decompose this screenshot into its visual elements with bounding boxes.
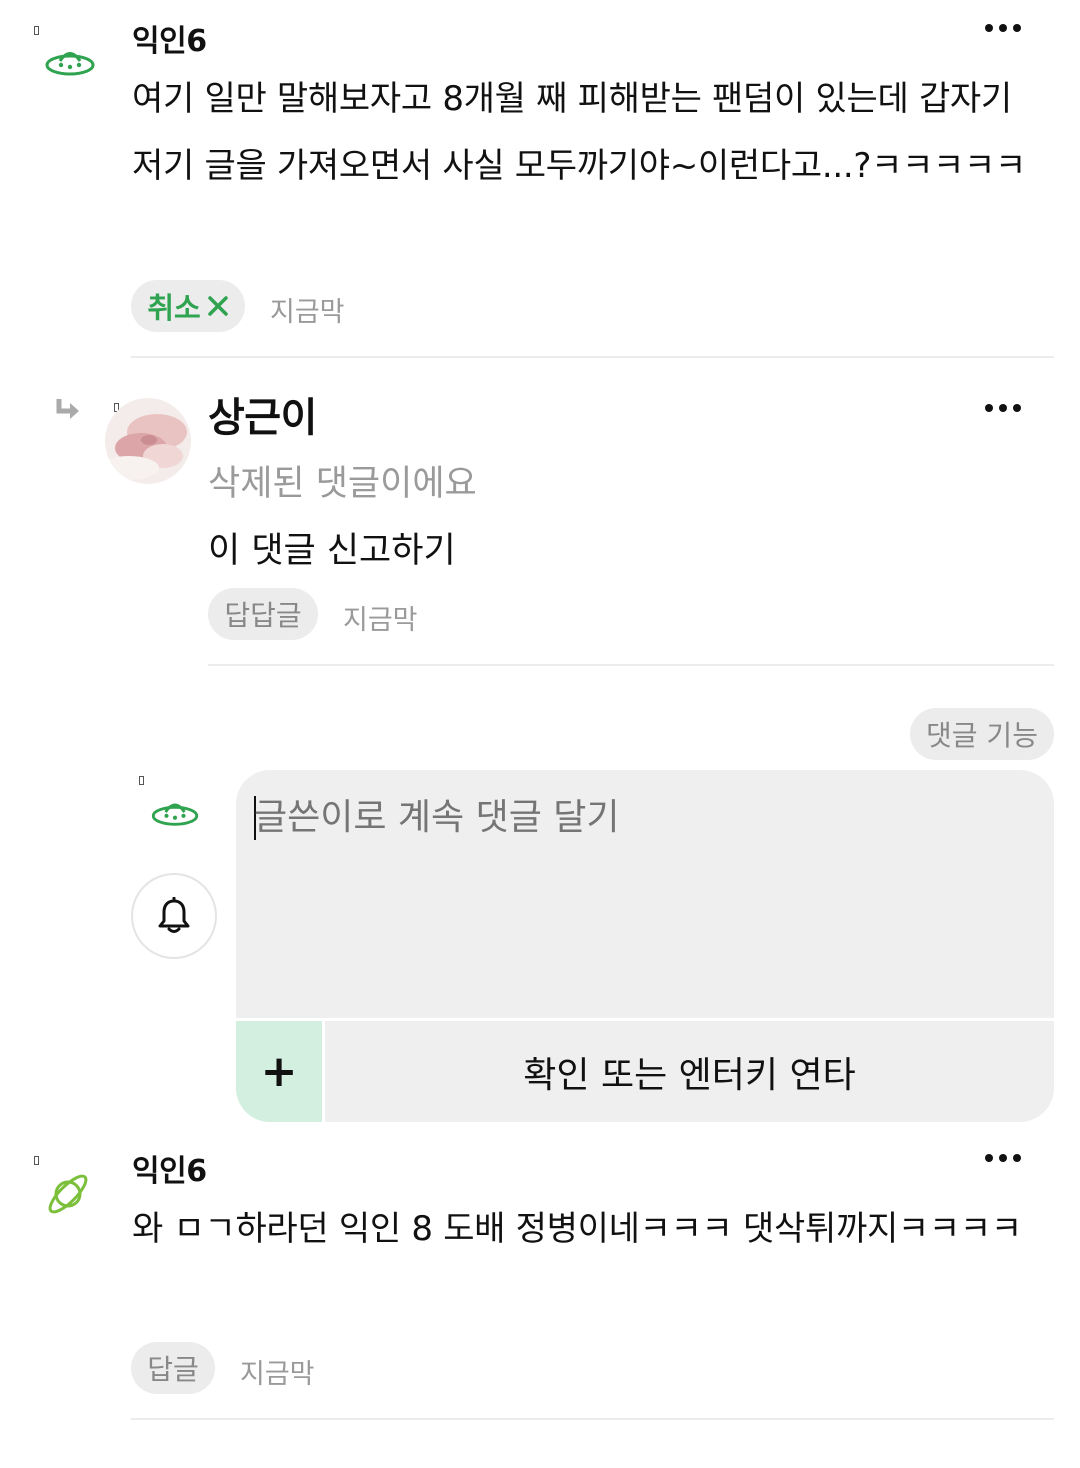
submit-button[interactable]: 확인 또는 엔터키 연타 xyxy=(325,1021,1054,1122)
submit-label: 확인 또는 엔터키 연타 xyxy=(523,1054,856,1096)
report-comment-link[interactable]: 이 댓글 신고하기 xyxy=(208,522,456,573)
cancel-button[interactable]: 취소 xyxy=(131,280,245,332)
more-options-icon[interactable] xyxy=(985,1152,1021,1164)
attach-button[interactable]: + xyxy=(236,1021,322,1122)
comment-body: 여기 일만 말해보자고 8개월 째 피해받는 팬덤이 있는데 갑자기 저기 글을… xyxy=(132,79,1026,186)
timestamp: 지금막 xyxy=(270,297,345,328)
comment-author: 익인6 xyxy=(132,24,207,59)
timestamp: 지금막 xyxy=(343,605,418,636)
divider xyxy=(208,664,1054,666)
anon-marker-icon xyxy=(34,26,39,35)
deleted-comment-text: 삭제된 댓글이에요 xyxy=(208,464,477,504)
plus-icon: + xyxy=(260,1046,298,1097)
anon-marker-icon xyxy=(34,1156,39,1165)
reply-button[interactable]: 답글 xyxy=(131,1342,215,1394)
comment-features-button[interactable]: 댓글 기능 xyxy=(910,708,1054,760)
bell-icon xyxy=(158,897,190,933)
close-icon xyxy=(207,296,228,316)
comment-input[interactable] xyxy=(254,788,1034,1008)
divider xyxy=(131,1418,1054,1420)
more-options-icon[interactable] xyxy=(985,22,1021,34)
planet-avatar-icon xyxy=(48,1174,88,1214)
notification-bell-button[interactable] xyxy=(131,873,217,959)
comment-body: 와 ㅁㄱ하라던 익인 8 도배 정병이네ㅋㅋㅋ 댓삭튀까지ㅋㅋㅋㅋ xyxy=(132,1209,1022,1249)
divider xyxy=(131,356,1054,358)
timestamp: 지금막 xyxy=(240,1359,315,1390)
comment-composer: + 확인 또는 엔터키 연타 xyxy=(236,770,1054,1122)
cancel-label: 취소 xyxy=(147,291,201,325)
reply-button[interactable]: 답답글 xyxy=(208,588,318,640)
comment-author: 익인6 xyxy=(132,1154,207,1189)
anon-marker-icon xyxy=(139,776,144,785)
ufo-avatar-icon xyxy=(151,803,199,826)
more-options-icon[interactable] xyxy=(985,402,1021,414)
reply-author: 상근이 xyxy=(208,395,317,441)
avatar xyxy=(105,398,191,484)
ufo-avatar-icon xyxy=(45,52,95,76)
reply-arrow-icon xyxy=(56,399,79,419)
